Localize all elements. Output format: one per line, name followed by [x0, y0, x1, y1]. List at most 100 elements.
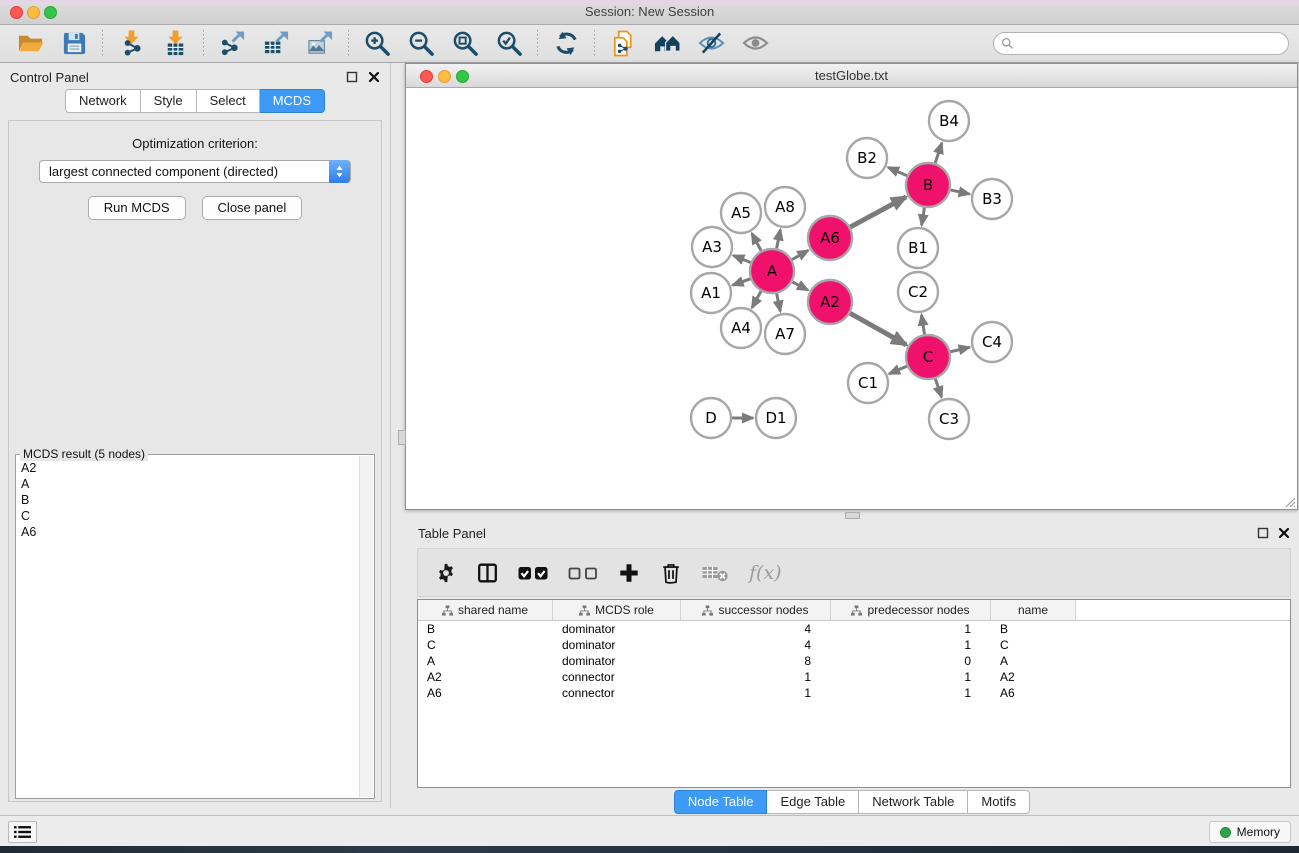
graph-node-A3[interactable]: A3 [692, 227, 732, 267]
table-row[interactable]: Cdominator41C [418, 637, 1290, 653]
graph-node-B3[interactable]: B3 [972, 179, 1012, 219]
graph-node-C2[interactable]: C2 [898, 272, 938, 312]
edge-A-A5[interactable] [752, 233, 761, 250]
edge-C-C2[interactable] [921, 315, 924, 335]
edge-B-B1[interactable] [922, 208, 925, 226]
table-row[interactable]: A2connector11A2 [418, 669, 1290, 685]
delete-table-button[interactable] [702, 560, 729, 586]
graph-node-A7[interactable]: A7 [765, 314, 805, 354]
graph-node-C[interactable]: C [906, 335, 950, 379]
deselect-all-button[interactable] [568, 560, 598, 586]
edge-C-C3[interactable] [935, 379, 941, 397]
graph-node-A4[interactable]: A4 [721, 308, 761, 348]
column-header-shared-name[interactable]: shared name [418, 600, 553, 620]
network-canvas[interactable]: A A1 A2 A3 A4 A5 A6 A7 A8 B B1 B2 B3B4 C C1 C2 C3C4 D D1 [406, 88, 1297, 509]
mcds-result-item[interactable]: A [21, 476, 359, 492]
table-row[interactable]: A6connector11A6 [418, 685, 1290, 701]
memory-button[interactable]: Memory [1209, 821, 1291, 843]
graph-node-A1[interactable]: A1 [691, 273, 731, 313]
close-table-panel-icon[interactable] [1278, 527, 1290, 539]
graph-node-B2[interactable]: B2 [847, 138, 887, 178]
export-network-button[interactable] [217, 29, 247, 59]
tab-edge-table[interactable]: Edge Table [767, 790, 859, 814]
optimization-criterion-select[interactable]: largest connected component (directed) [39, 160, 351, 183]
function-builder-button[interactable]: f(x) [749, 562, 782, 584]
close-panel-icon[interactable] [368, 71, 380, 83]
resize-grip-icon[interactable] [1282, 494, 1296, 508]
trash-button[interactable] [660, 560, 682, 586]
column-header-predecessor-nodes[interactable]: predecessor nodes [831, 600, 991, 620]
graph-node-A6[interactable]: A6 [808, 216, 852, 260]
import-table-button[interactable] [160, 29, 190, 59]
save-session-button[interactable] [59, 29, 89, 59]
clone-network-button[interactable] [608, 29, 638, 59]
graph-node-C1[interactable]: C1 [848, 363, 888, 403]
edge-A-A1[interactable] [733, 279, 751, 285]
horizontal-splitter-handle[interactable] [845, 512, 860, 519]
home-button[interactable] [652, 29, 682, 59]
edge-B-B2[interactable] [888, 167, 907, 175]
zoom-selected-button[interactable] [494, 29, 524, 59]
graph-node-B4[interactable]: B4 [929, 101, 969, 141]
table-row[interactable]: Bdominator41B [418, 621, 1290, 637]
graph-node-A8[interactable]: A8 [765, 187, 805, 227]
show-all-button[interactable] [740, 29, 770, 59]
tab-select[interactable]: Select [197, 89, 260, 113]
table-row[interactable]: Adominator80A [418, 653, 1290, 669]
vertical-splitter-handle[interactable] [398, 430, 406, 445]
column-header-MCDS-role[interactable]: MCDS role [553, 600, 681, 620]
tab-mcds[interactable]: MCDS [260, 89, 325, 113]
graph-node-C4[interactable]: C4 [972, 322, 1012, 362]
graph-node-D[interactable]: D [691, 398, 731, 438]
graph-node-B1[interactable]: B1 [898, 228, 938, 268]
edge-A-A8[interactable] [777, 230, 781, 249]
mcds-result-list[interactable]: A2ABCA6 [17, 456, 359, 797]
result-scrollbar[interactable] [359, 456, 373, 797]
edge-A-A4[interactable] [752, 291, 761, 308]
search-field[interactable] [993, 32, 1289, 55]
zoom-in-button[interactable] [362, 29, 392, 59]
edge-A2-C[interactable] [850, 313, 906, 345]
zoom-fit-button[interactable] [450, 29, 480, 59]
network-window-titlebar[interactable]: testGlobe.txt [406, 64, 1297, 88]
close-panel-button[interactable]: Close panel [202, 196, 303, 220]
graph-node-B[interactable]: B [906, 163, 950, 207]
search-input[interactable] [1014, 34, 1288, 53]
export-image-button[interactable] [305, 29, 335, 59]
run-mcds-button[interactable]: Run MCDS [88, 196, 186, 220]
edge-A-A2[interactable] [792, 282, 808, 290]
edge-A6-B[interactable] [850, 197, 906, 227]
network-graph[interactable]: A A1 A2 A3 A4 A5 A6 A7 A8 B B1 B2 B3B4 C C1 C2 C3C4 D D1 [406, 88, 1297, 509]
edge-A-A6[interactable] [792, 250, 808, 259]
graph-node-D1[interactable]: D1 [756, 398, 796, 438]
tab-motifs[interactable]: Motifs [968, 790, 1030, 814]
task-history-button[interactable] [8, 821, 37, 843]
graph-node-A5[interactable]: A5 [721, 193, 761, 233]
tab-network[interactable]: Network [65, 89, 141, 113]
node-table[interactable]: shared nameMCDS rolesuccessor nodesprede… [417, 599, 1291, 788]
mcds-result-item[interactable]: A6 [21, 524, 359, 540]
zoom-out-button[interactable] [406, 29, 436, 59]
refresh-button[interactable] [551, 29, 581, 59]
graph-node-A2[interactable]: A2 [808, 280, 852, 324]
graph-node-A[interactable]: A [750, 249, 794, 293]
edge-A-A3[interactable] [733, 256, 750, 263]
edge-C-C4[interactable] [950, 347, 969, 352]
add-button[interactable] [618, 560, 640, 586]
mcds-result-item[interactable]: B [21, 492, 359, 508]
select-all-button[interactable] [518, 560, 548, 586]
edge-B-B3[interactable] [950, 190, 969, 194]
graph-node-C3[interactable]: C3 [929, 399, 969, 439]
edge-A-A7[interactable] [777, 294, 781, 312]
float-panel-icon[interactable] [346, 71, 358, 83]
mcds-result-item[interactable]: A2 [21, 460, 359, 476]
float-table-panel-icon[interactable] [1257, 527, 1269, 539]
open-session-button[interactable] [15, 29, 45, 59]
import-network-button[interactable] [116, 29, 146, 59]
hide-selected-button[interactable] [696, 29, 726, 59]
edge-C-C1[interactable] [889, 366, 907, 374]
tab-style[interactable]: Style [141, 89, 197, 113]
tab-network-table[interactable]: Network Table [859, 790, 968, 814]
mcds-result-item[interactable]: C [21, 508, 359, 524]
export-table-button[interactable] [261, 29, 291, 59]
